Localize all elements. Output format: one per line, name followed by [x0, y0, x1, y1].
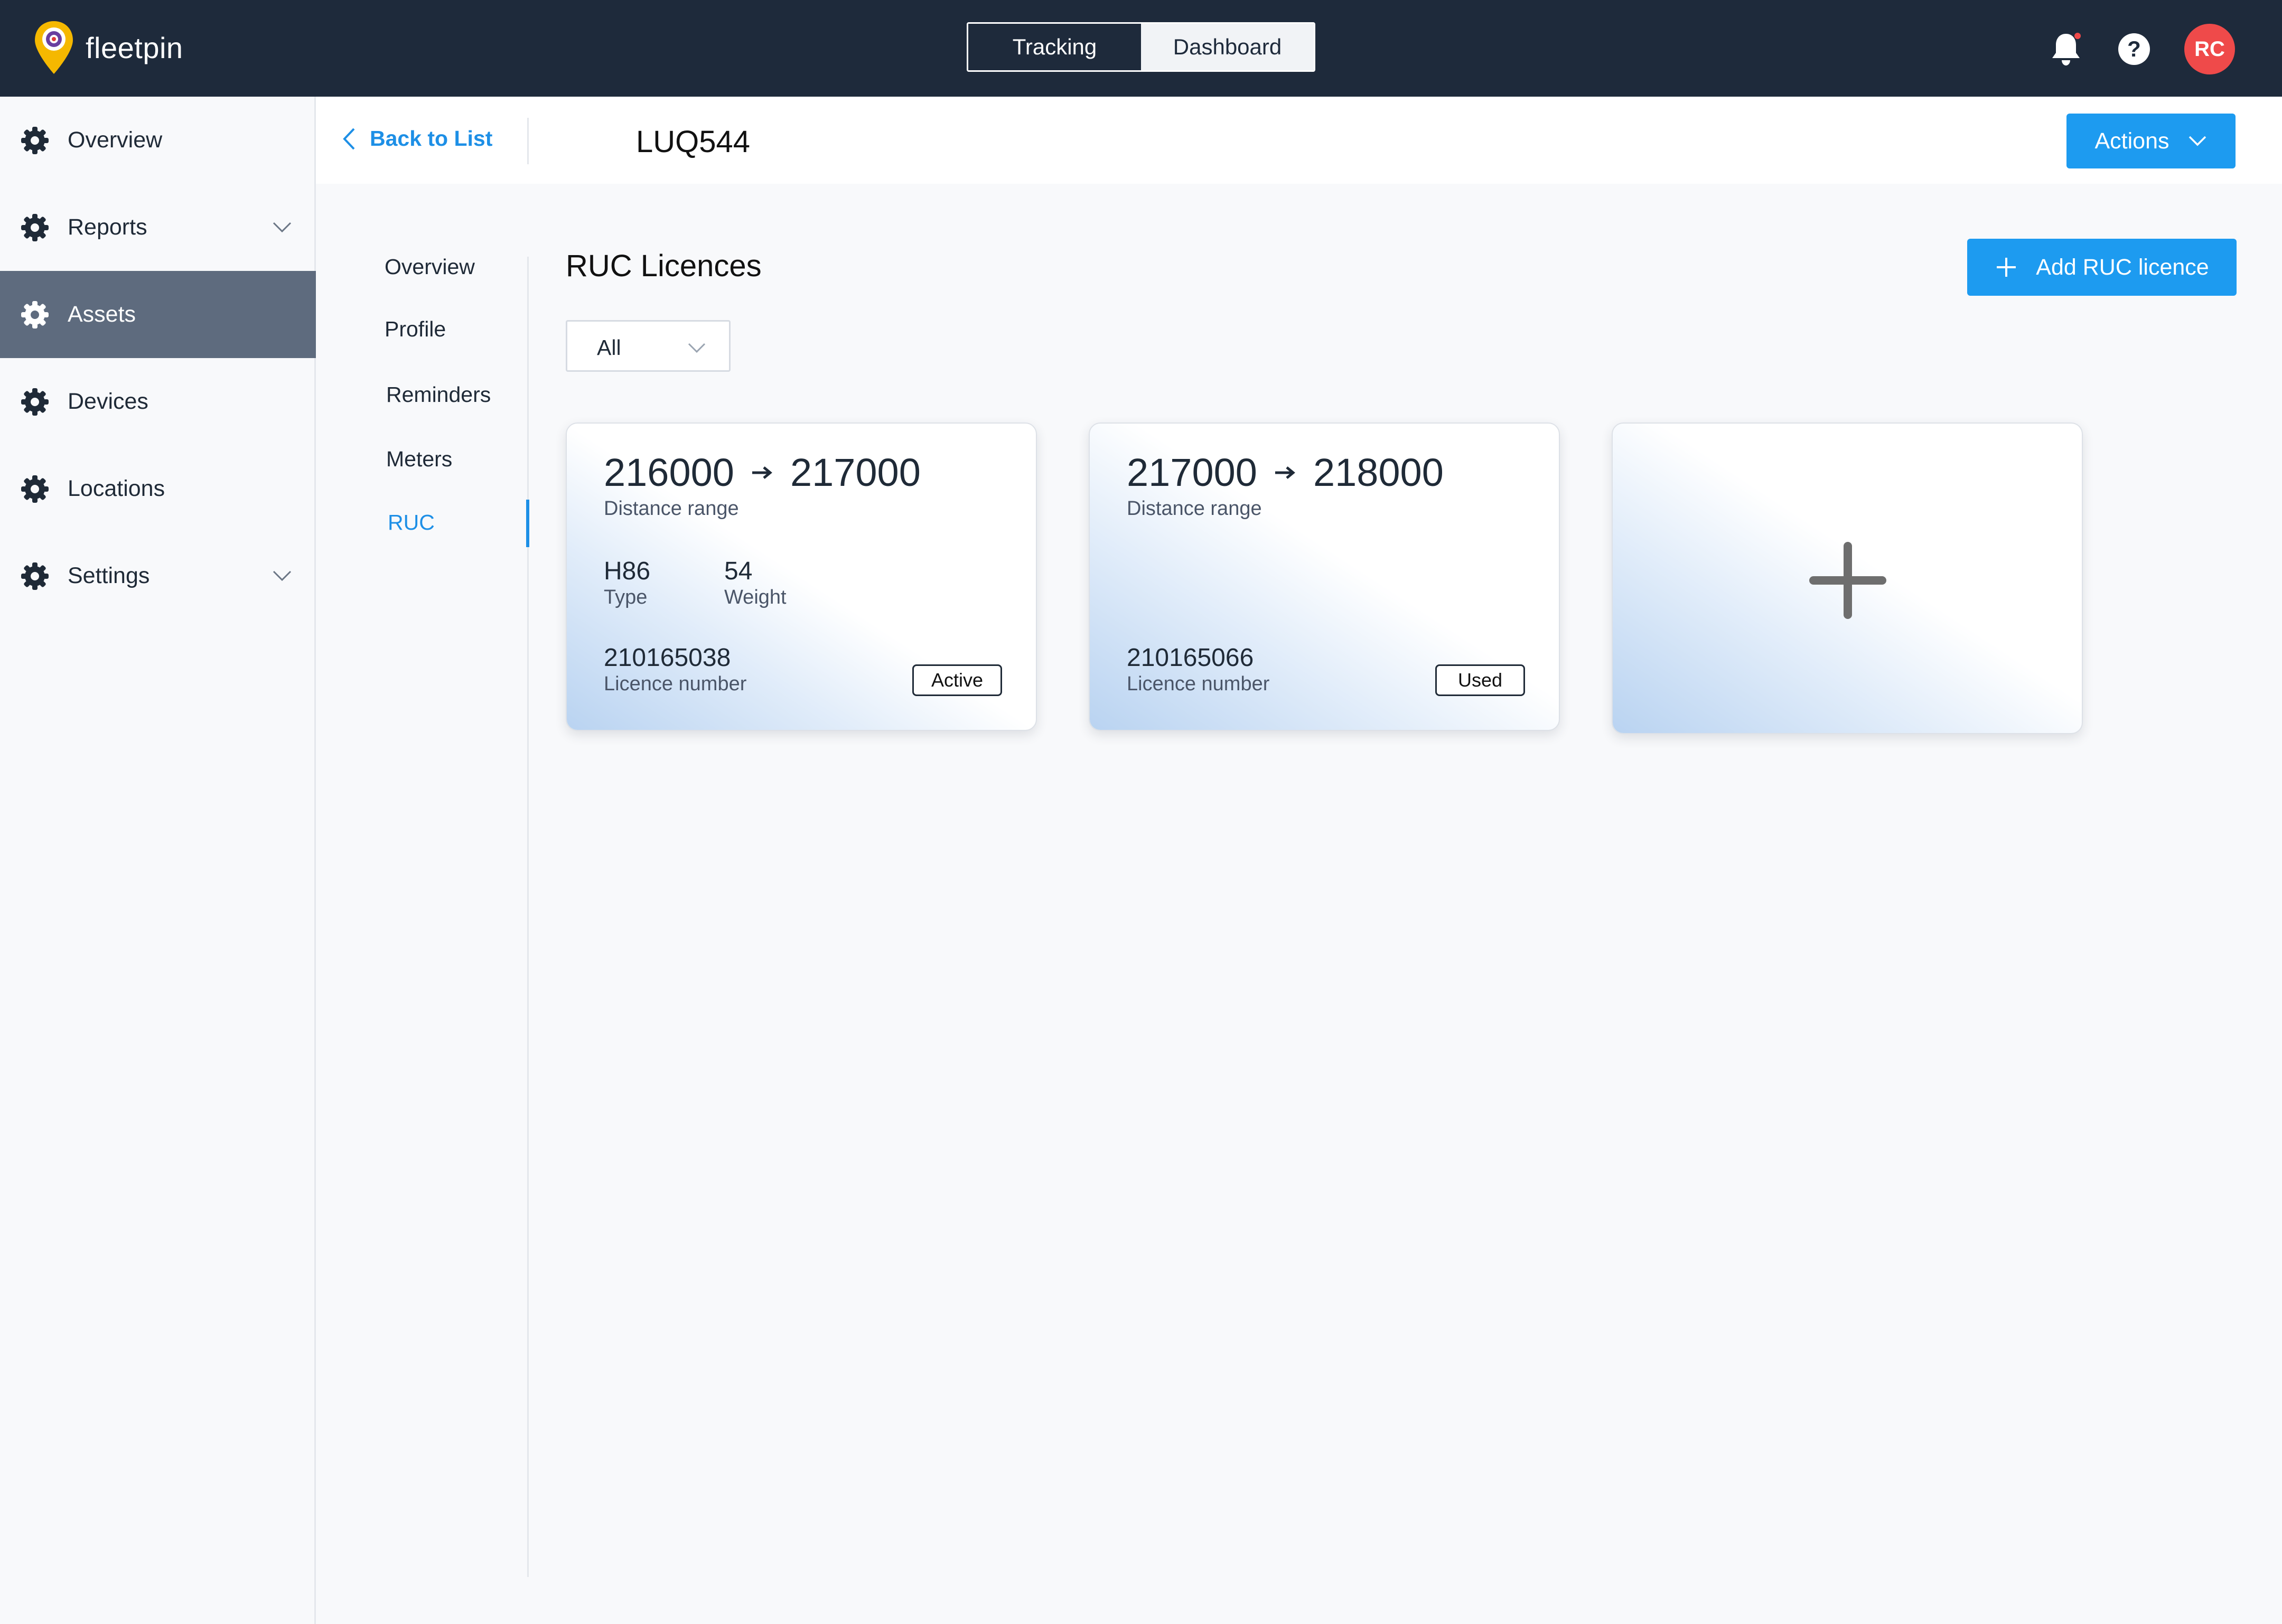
sidebar-item-label: Devices [68, 389, 148, 414]
add-ruc-licence-button[interactable]: Add RUC licence [1967, 239, 2237, 296]
gear-icon [21, 301, 49, 328]
back-label: Back to List [370, 126, 493, 151]
gear-icon [21, 213, 49, 241]
gear-icon [21, 475, 49, 503]
arrow-right-icon [752, 466, 772, 479]
brand-name: fleetpin [86, 31, 183, 64]
sidebar-item-reports[interactable]: Reports [0, 184, 316, 271]
licence-number: 210165038 [604, 644, 731, 672]
subnav-item-profile[interactable]: Profile [385, 317, 446, 342]
chevron-down-icon [2189, 136, 2206, 146]
licence-label: Licence number [604, 673, 747, 695]
sidebar-item-devices[interactable]: Devices [0, 358, 316, 445]
user-avatar[interactable]: RC [2184, 24, 2235, 74]
ruc-licence-card[interactable]: 216000 217000 Distance range H86 Type 54… [566, 423, 1037, 731]
chevron-down-icon[interactable] [272, 565, 293, 586]
dashboard-tab[interactable]: Dashboard [1141, 24, 1314, 70]
range-label: Distance range [604, 497, 739, 520]
plus-icon [1997, 258, 2016, 277]
sidebar-item-assets[interactable]: Assets [0, 271, 316, 358]
distance-range: 217000 218000 [1127, 450, 1444, 495]
notification-bell-icon[interactable] [2050, 31, 2082, 68]
view-toggle: Tracking Dashboard [967, 22, 1315, 72]
distance-range: 216000 217000 [604, 450, 921, 495]
top-bar: fleetpin Tracking Dashboard ? RC [0, 0, 2282, 97]
subnav-item-meters[interactable]: Meters [386, 447, 452, 472]
status-badge: Active [912, 664, 1002, 696]
sidebar-item-label: Assets [68, 302, 136, 327]
type-value: H86 [604, 557, 651, 585]
status-filter-select[interactable]: All [566, 320, 731, 372]
add-ruc-licence-card[interactable] [1612, 423, 2083, 734]
asset-header: Back to List LUQ544 Actions [316, 97, 2282, 184]
filter-value: All [597, 335, 621, 360]
actions-dropdown-button[interactable]: Actions [2066, 114, 2236, 168]
brand-logo[interactable]: fleetpin [33, 19, 183, 76]
subnav-item-ruc[interactable]: RUC [388, 510, 435, 535]
actions-label: Actions [2094, 128, 2169, 154]
range-end: 217000 [790, 450, 921, 494]
status-badge: Used [1435, 664, 1525, 696]
gear-icon [21, 388, 49, 416]
tracking-tab[interactable]: Tracking [968, 24, 1141, 70]
range-start: 217000 [1127, 450, 1257, 494]
subnav-active-indicator [526, 500, 529, 547]
add-ruc-label: Add RUC licence [2036, 254, 2209, 280]
map-pin-logo-icon [35, 21, 73, 74]
ruc-licence-card[interactable]: 217000 218000 Distance range 210165066 L… [1089, 423, 1560, 731]
range-label: Distance range [1127, 497, 1262, 520]
type-label: Type [604, 586, 648, 608]
help-icon[interactable]: ? [2118, 33, 2150, 65]
range-end: 218000 [1313, 450, 1444, 494]
chevron-down-icon[interactable] [272, 217, 293, 238]
weight-label: Weight [724, 586, 787, 608]
gear-icon [21, 562, 49, 590]
sidebar-item-settings[interactable]: Settings [0, 532, 316, 619]
subnav-item-reminders[interactable]: Reminders [386, 382, 491, 407]
sidebar: Overview Reports Assets Devices Location… [0, 97, 316, 1624]
sidebar-item-label: Settings [68, 563, 150, 588]
section-title: RUC Licences [566, 249, 762, 283]
gear-icon [21, 126, 49, 154]
weight-value: 54 [724, 557, 753, 585]
arrow-right-icon [1275, 466, 1295, 479]
licence-label: Licence number [1127, 673, 1270, 695]
chevron-down-icon [688, 343, 706, 353]
subnav-item-overview[interactable]: Overview [385, 255, 475, 279]
sidebar-item-locations[interactable]: Locations [0, 445, 316, 532]
plus-icon [1809, 542, 1886, 619]
sidebar-item-label: Locations [68, 476, 165, 501]
subnav-divider [527, 257, 529, 1577]
licence-number: 210165066 [1127, 644, 1254, 672]
back-to-list-link[interactable]: Back to List [341, 126, 492, 151]
sidebar-item-label: Reports [68, 214, 147, 240]
chevron-left-icon [343, 128, 355, 149]
sidebar-item-overview[interactable]: Overview [0, 97, 316, 184]
header-divider [527, 118, 529, 164]
range-start: 216000 [604, 450, 734, 494]
page-title: LUQ544 [636, 125, 751, 159]
sidebar-item-label: Overview [68, 127, 163, 153]
